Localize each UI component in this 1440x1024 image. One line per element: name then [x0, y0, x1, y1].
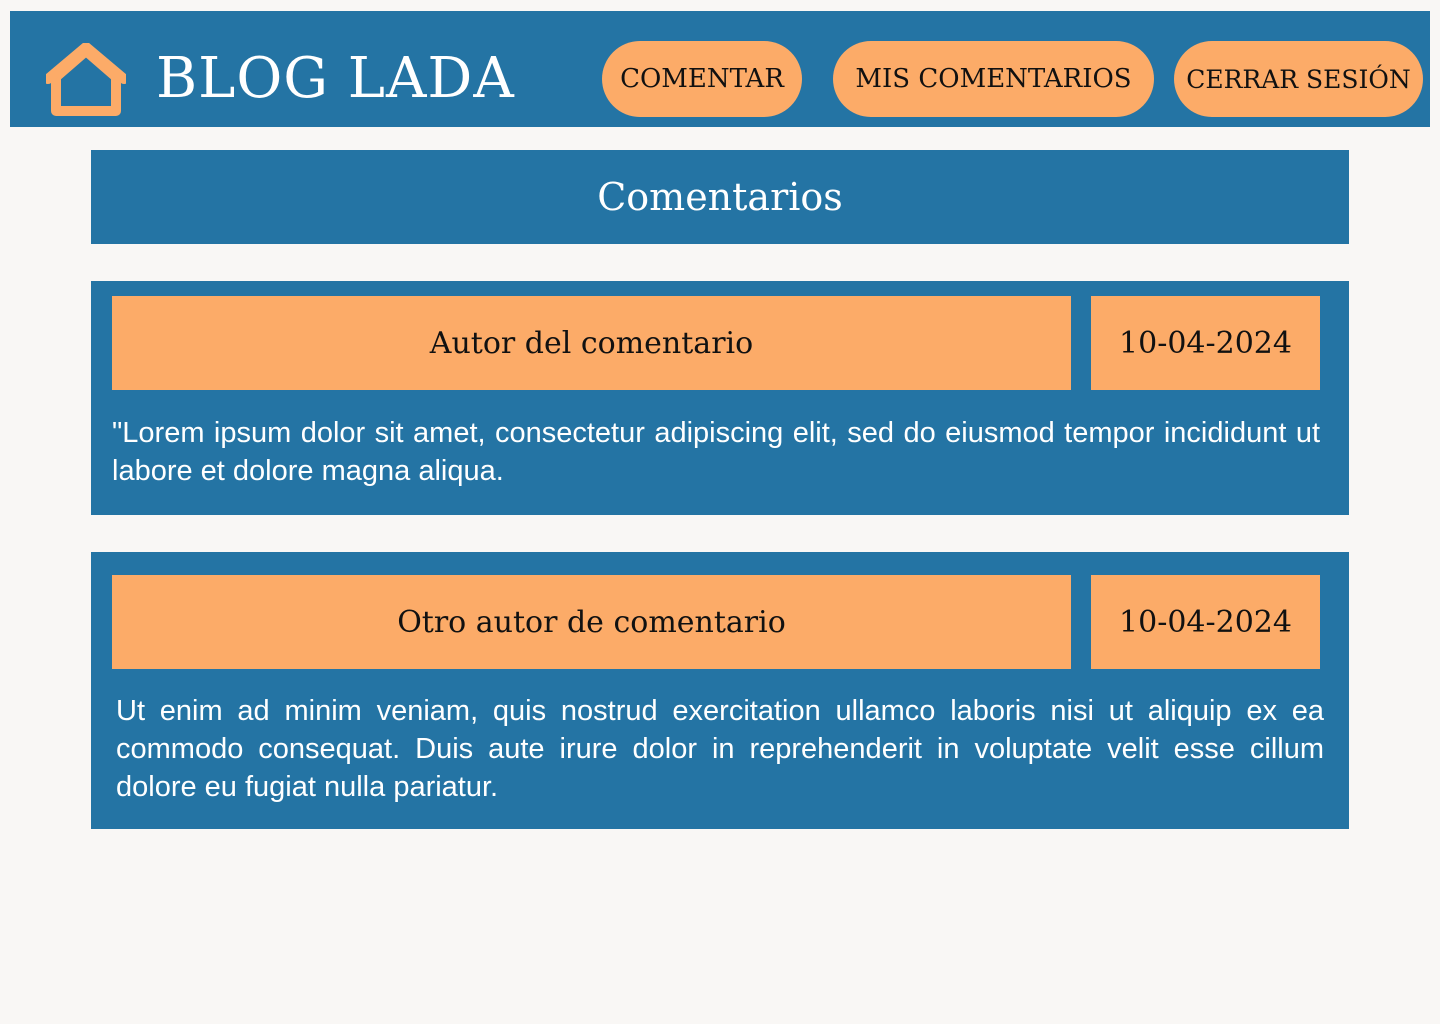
comentar-button[interactable]: COMENTAR	[602, 41, 802, 117]
home-icon[interactable]	[46, 43, 126, 117]
top-header: BLOG LADA COMENTAR MIS COMENTARIOS CERRA…	[10, 11, 1430, 127]
brand-title[interactable]: BLOG LADA	[156, 41, 515, 117]
page-title: Comentarios	[91, 150, 1349, 244]
comment-date: 10-04-2024	[1091, 575, 1320, 669]
comment-card: Autor del comentario 10-04-2024 "Lorem i…	[91, 281, 1349, 515]
comment-author: Autor del comentario	[112, 296, 1071, 390]
comment-text: Ut enim ad minim veniam, quis nostrud ex…	[116, 695, 1324, 803]
comment-date: 10-04-2024	[1091, 296, 1320, 390]
mis-comentarios-button[interactable]: MIS COMENTARIOS	[833, 41, 1154, 117]
comment-text: "Lorem ipsum dolor sit amet, consectetur…	[112, 417, 1320, 487]
comment-author: Otro autor de comentario	[112, 575, 1071, 669]
cerrar-sesion-button[interactable]: CERRAR SESIÓN	[1174, 41, 1423, 117]
comment-card: Otro autor de comentario 10-04-2024 Ut e…	[91, 552, 1349, 829]
